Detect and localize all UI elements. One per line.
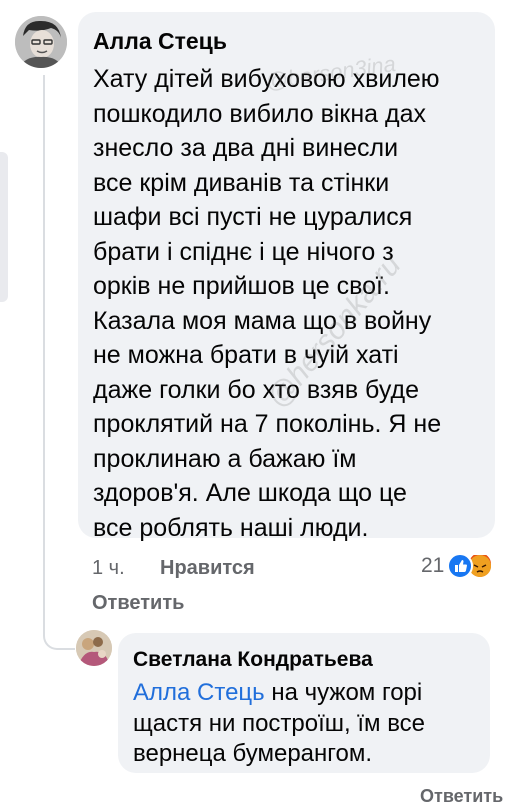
profile-photo-icon (76, 630, 112, 666)
comment-line: проклинаю а бажаю їм (93, 444, 357, 473)
comment-line: Хату дітей вибуховою хвилею (93, 65, 440, 93)
comment-line: Казала моя мама що в войну (93, 306, 432, 335)
reply-button[interactable]: Ответить (420, 786, 503, 807)
reply-author[interactable]: Светлана Кондратьева (133, 648, 373, 672)
comment-body: Хату дітей вибуховою хвилею пошкодило ви… (93, 62, 441, 545)
thread-connector (43, 612, 75, 650)
comment-line: все крім диванів та стінки (93, 168, 390, 197)
avatar[interactable] (76, 630, 112, 666)
reply-line: Алла Стець на чужом горі (133, 679, 422, 707)
reply-line: вернеца бумерангом. (133, 740, 373, 767)
profile-photo-icon (15, 16, 67, 68)
comment-line: пошкодило вибило вікна дах (93, 99, 427, 128)
edge-tab (0, 152, 8, 302)
thread-line (43, 75, 45, 635)
reaction-summary[interactable]: 21 (421, 553, 494, 579)
mention-link[interactable]: Алла Стець (133, 679, 265, 706)
comment-author[interactable]: Алла Стець (93, 28, 227, 55)
comment-timestamp[interactable]: 1 ч. (92, 557, 125, 580)
comment-line: даже голки бо хто взяв буде (93, 375, 419, 404)
comment-line: орків не прийшов це свої. (93, 272, 390, 300)
reply-text: на чужом горі (264, 679, 423, 706)
comment-line: проклятий на 7 поколінь. Я не (93, 410, 442, 438)
comment-line: все роблять наші люди. (93, 513, 369, 542)
comment-line: брати і спіднє і це нічого з (93, 237, 394, 266)
avatar[interactable] (15, 16, 67, 68)
reply-line: щастя ни построїш, їм все (133, 710, 426, 737)
reply-button[interactable]: Ответить (92, 592, 184, 615)
comment-line: знесло за два дні винесли (93, 134, 399, 162)
like-icon (447, 553, 474, 579)
comment-line: не можна брати в чуій хаті (93, 341, 399, 369)
like-button[interactable]: Нравится (160, 557, 255, 580)
comment-line: здоров'я. Але шкода що це (93, 479, 407, 507)
comment-line: шафи всі пусті не цуралися (93, 203, 413, 231)
reaction-count: 21 (421, 554, 445, 577)
